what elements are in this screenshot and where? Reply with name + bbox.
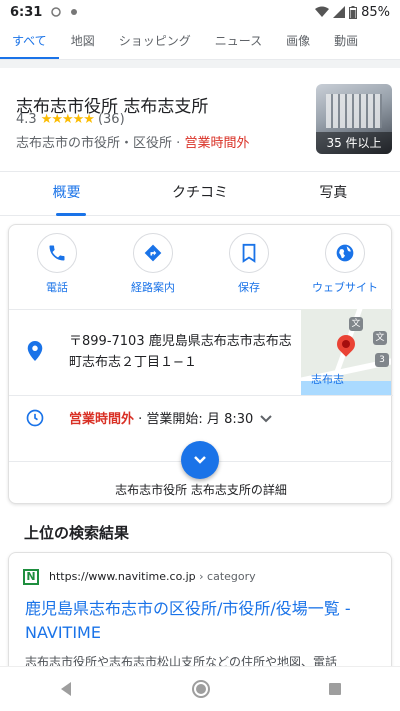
phone-icon [49, 245, 65, 261]
separator-band [0, 60, 400, 68]
hours-status: 営業時間外 [69, 412, 135, 427]
save-button[interactable]: 保存 [201, 233, 297, 309]
result-title[interactable]: 鹿児島県志布志市の区役所/市役所/役場一覧 - NAVITIME [25, 597, 385, 645]
tab-news[interactable]: ニュース [203, 24, 274, 59]
active-tab-indicator [56, 213, 86, 216]
location-pin-icon [27, 341, 43, 361]
globe-icon [336, 244, 354, 262]
section-title: 上位の検索結果 [24, 524, 130, 542]
tab-images[interactable]: 画像 [274, 24, 322, 59]
chevron-down-icon[interactable] [259, 412, 273, 426]
directions-button[interactable]: 経路案内 [105, 233, 201, 309]
status-bar: 6:31 85% [0, 0, 400, 24]
expand-chevron-icon [194, 456, 206, 464]
battery-level: 85% [361, 4, 390, 20]
clock-icon [26, 409, 44, 427]
search-tabs: すべて 地図 ショッピング ニュース 画像 動画 [0, 24, 400, 60]
star-rating-icon: ★★★★★ [40, 112, 95, 127]
battery-icon [349, 5, 358, 19]
tab-shopping[interactable]: ショッピング [107, 24, 203, 59]
rating-value: 4.3 [16, 112, 37, 127]
settings-dot-icon [71, 9, 78, 15]
map-thumbnail[interactable]: 文 文 3 志布志 [301, 309, 391, 395]
category-row: 志布志市の市役所・区役所 · 営業時間外 [16, 132, 249, 151]
place-tabs: 概要 クチコミ 写真 [0, 172, 400, 216]
back-icon[interactable] [58, 681, 74, 697]
search-result[interactable]: N https://www.navitime.co.jp › category … [8, 552, 392, 682]
photo-count-label: 35 件以上 [316, 132, 392, 154]
category-separator: · [176, 136, 181, 151]
tab-all[interactable]: すべて [0, 24, 59, 59]
tab-photos[interactable]: 写真 [267, 172, 400, 215]
tab-videos[interactable]: 動画 [322, 24, 370, 59]
wifi-icon [315, 6, 330, 17]
expand-button[interactable] [181, 441, 219, 479]
notification-icon [51, 7, 62, 17]
call-label: 電話 [46, 281, 68, 294]
details-link[interactable]: 志布志市役所 志布志支所の詳細 [9, 481, 393, 498]
rating-row[interactable]: 4.3 ★★★★★ (36) [16, 112, 125, 127]
navitime-favicon-icon: N [23, 569, 39, 585]
open-status: 営業時間外 [184, 136, 250, 151]
directions-label: 経路案内 [131, 281, 175, 294]
address-text: 〒899-7103 鹿児島県志布志市志布志町志布志２丁目１−１ [69, 334, 292, 370]
action-buttons: 電話 経路案内 保存 ウェブサイト [9, 233, 393, 309]
call-button[interactable]: 電話 [9, 233, 105, 309]
review-count: (36) [97, 112, 125, 127]
clock-time: 6:31 [10, 4, 43, 20]
map-label: 志布志 [311, 373, 344, 386]
signal-icon [333, 6, 346, 18]
building-image [326, 94, 382, 128]
system-nav-bar [0, 666, 400, 711]
tab-reviews[interactable]: クチコミ [133, 172, 266, 215]
route-marker: 3 [375, 353, 389, 367]
result-breadcrumb: › category [199, 570, 256, 583]
map-pin-icon [333, 331, 359, 357]
bookmark-icon [242, 243, 256, 263]
website-button[interactable]: ウェブサイト [297, 233, 393, 309]
result-url: https://www.navitime.co.jp › category [49, 570, 256, 583]
place-photo[interactable]: 35 件以上 [316, 84, 392, 154]
place-header: 志布志市役所 志布志支所 4.3 ★★★★★ (36) 志布志市の市役所・区役所… [0, 68, 400, 172]
tab-overview[interactable]: 概要 [0, 172, 133, 215]
home-icon[interactable] [191, 679, 211, 699]
school-marker-2: 文 [373, 331, 387, 345]
website-label: ウェブサイト [312, 281, 378, 294]
school-marker: 文 [349, 317, 363, 331]
recents-icon[interactable] [328, 682, 342, 696]
hours-detail: · 営業開始: 月 8:30 [138, 412, 254, 427]
place-card: 電話 経路案内 保存 ウェブサイト 〒899-7103 鹿児島県志布志市志布志町… [8, 224, 393, 504]
tab-maps[interactable]: 地図 [59, 24, 107, 59]
hours-row[interactable]: 営業時間外 · 営業開始: 月 8:30 [9, 396, 393, 436]
address-row[interactable]: 〒899-7103 鹿児島県志布志市志布志町志布志２丁目１−１ [9, 309, 304, 395]
place-category: 志布志市の市役所・区役所 [16, 136, 173, 151]
directions-icon [144, 244, 162, 262]
save-label: 保存 [238, 281, 260, 294]
